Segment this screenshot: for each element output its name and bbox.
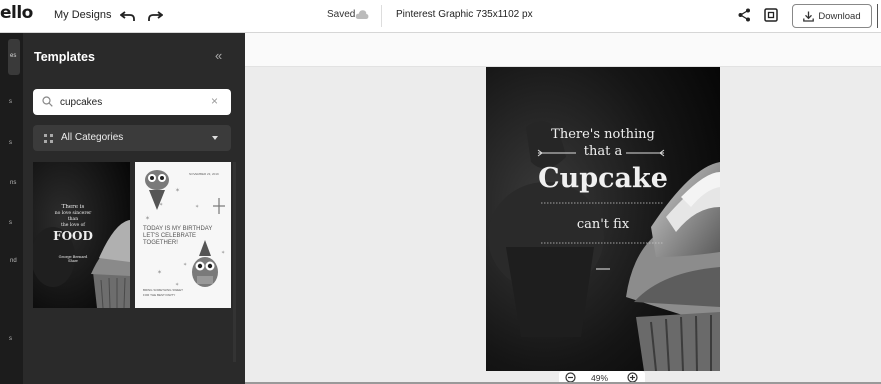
my-designs-link[interactable]: My Designs xyxy=(54,9,111,21)
more-button[interactable] xyxy=(877,4,881,28)
headline-line-3[interactable]: can't fix xyxy=(486,217,720,232)
template-search: × xyxy=(33,89,231,115)
thumb-text: TOGETHER! xyxy=(143,240,178,246)
panel-title: Templates xyxy=(34,50,95,64)
divider xyxy=(381,5,382,27)
top-bar: ello My Designs Saved Pinterest Graphic … xyxy=(0,0,881,33)
clear-search-icon[interactable]: × xyxy=(211,94,218,108)
svg-text:✶: ✶ xyxy=(175,187,180,194)
headline-line-1[interactable]: There's nothing xyxy=(486,127,720,142)
search-icon xyxy=(42,96,53,107)
category-label: All Categories xyxy=(61,132,124,143)
download-icon xyxy=(803,11,815,22)
redo-icon[interactable] xyxy=(147,9,163,23)
share-icon[interactable] xyxy=(738,8,751,22)
canvas-workspace: There's nothing that a Cupcake can't fix… xyxy=(245,33,881,384)
undo-icon[interactable] xyxy=(120,9,136,23)
rail-item-label[interactable]: s xyxy=(9,99,12,105)
category-dropdown[interactable]: All Categories xyxy=(33,125,231,151)
caret-down-icon xyxy=(212,136,218,140)
thumb-text: TODAY IS MY BIRTHDAY xyxy=(143,226,213,232)
template-thumbnail-birthday[interactable]: ✶ ✶ ✶ ✶ ✶ ✶ ✶ ✶ NOVEMBER 23, 2019 TODAY … xyxy=(135,162,231,308)
design-artboard[interactable]: There's nothing that a Cupcake can't fix xyxy=(486,67,720,371)
thumb-date: NOVEMBER 23, 2019 xyxy=(189,172,219,176)
grid-icon xyxy=(44,134,53,143)
rail-item-templates[interactable]: es xyxy=(8,39,20,75)
cloud-icon xyxy=(355,10,369,19)
side-rail: es s s ns s nd s xyxy=(0,33,23,384)
templates-panel: Templates « × All Categories xyxy=(23,33,245,384)
rail-item-label[interactable]: s xyxy=(9,336,12,342)
download-label: Download xyxy=(818,10,861,22)
thumb-headline: FOOD xyxy=(53,228,93,243)
document-title[interactable]: Pinterest Graphic 735x1102 px xyxy=(396,9,533,20)
thumb-text: Shaw xyxy=(68,259,78,263)
rail-item-label[interactable]: nd xyxy=(10,258,17,264)
rail-item-label[interactable]: ns xyxy=(10,180,16,186)
thumb-text: LET'S CELEBRATE xyxy=(143,233,197,239)
svg-text:✶: ✶ xyxy=(145,215,150,222)
canvas-toolbar-area xyxy=(245,33,881,67)
collapse-panel-icon[interactable]: « xyxy=(215,48,222,63)
headline-cupcake[interactable]: Cupcake xyxy=(486,163,720,194)
svg-text:✶: ✶ xyxy=(183,262,187,268)
save-status: Saved xyxy=(327,9,356,20)
rail-label: es xyxy=(10,53,17,59)
app-logo[interactable]: ello xyxy=(0,3,33,23)
template-thumbnail-food[interactable]: There is no love sincerer than the love … xyxy=(33,162,130,308)
resize-icon[interactable] xyxy=(764,8,778,22)
svg-text:✶: ✶ xyxy=(157,269,162,276)
rail-item-label[interactable]: s xyxy=(9,220,12,226)
panel-scrollbar[interactable] xyxy=(233,162,236,362)
svg-text:✶: ✶ xyxy=(221,250,225,256)
download-button[interactable]: Download xyxy=(792,4,872,28)
headline-line-2[interactable]: that a xyxy=(486,144,720,159)
thumb-text: FOR THE BEST PARTY xyxy=(143,293,176,297)
svg-text:✶: ✶ xyxy=(195,204,199,210)
rail-item-label[interactable]: s xyxy=(9,140,12,146)
search-input[interactable] xyxy=(60,93,205,111)
